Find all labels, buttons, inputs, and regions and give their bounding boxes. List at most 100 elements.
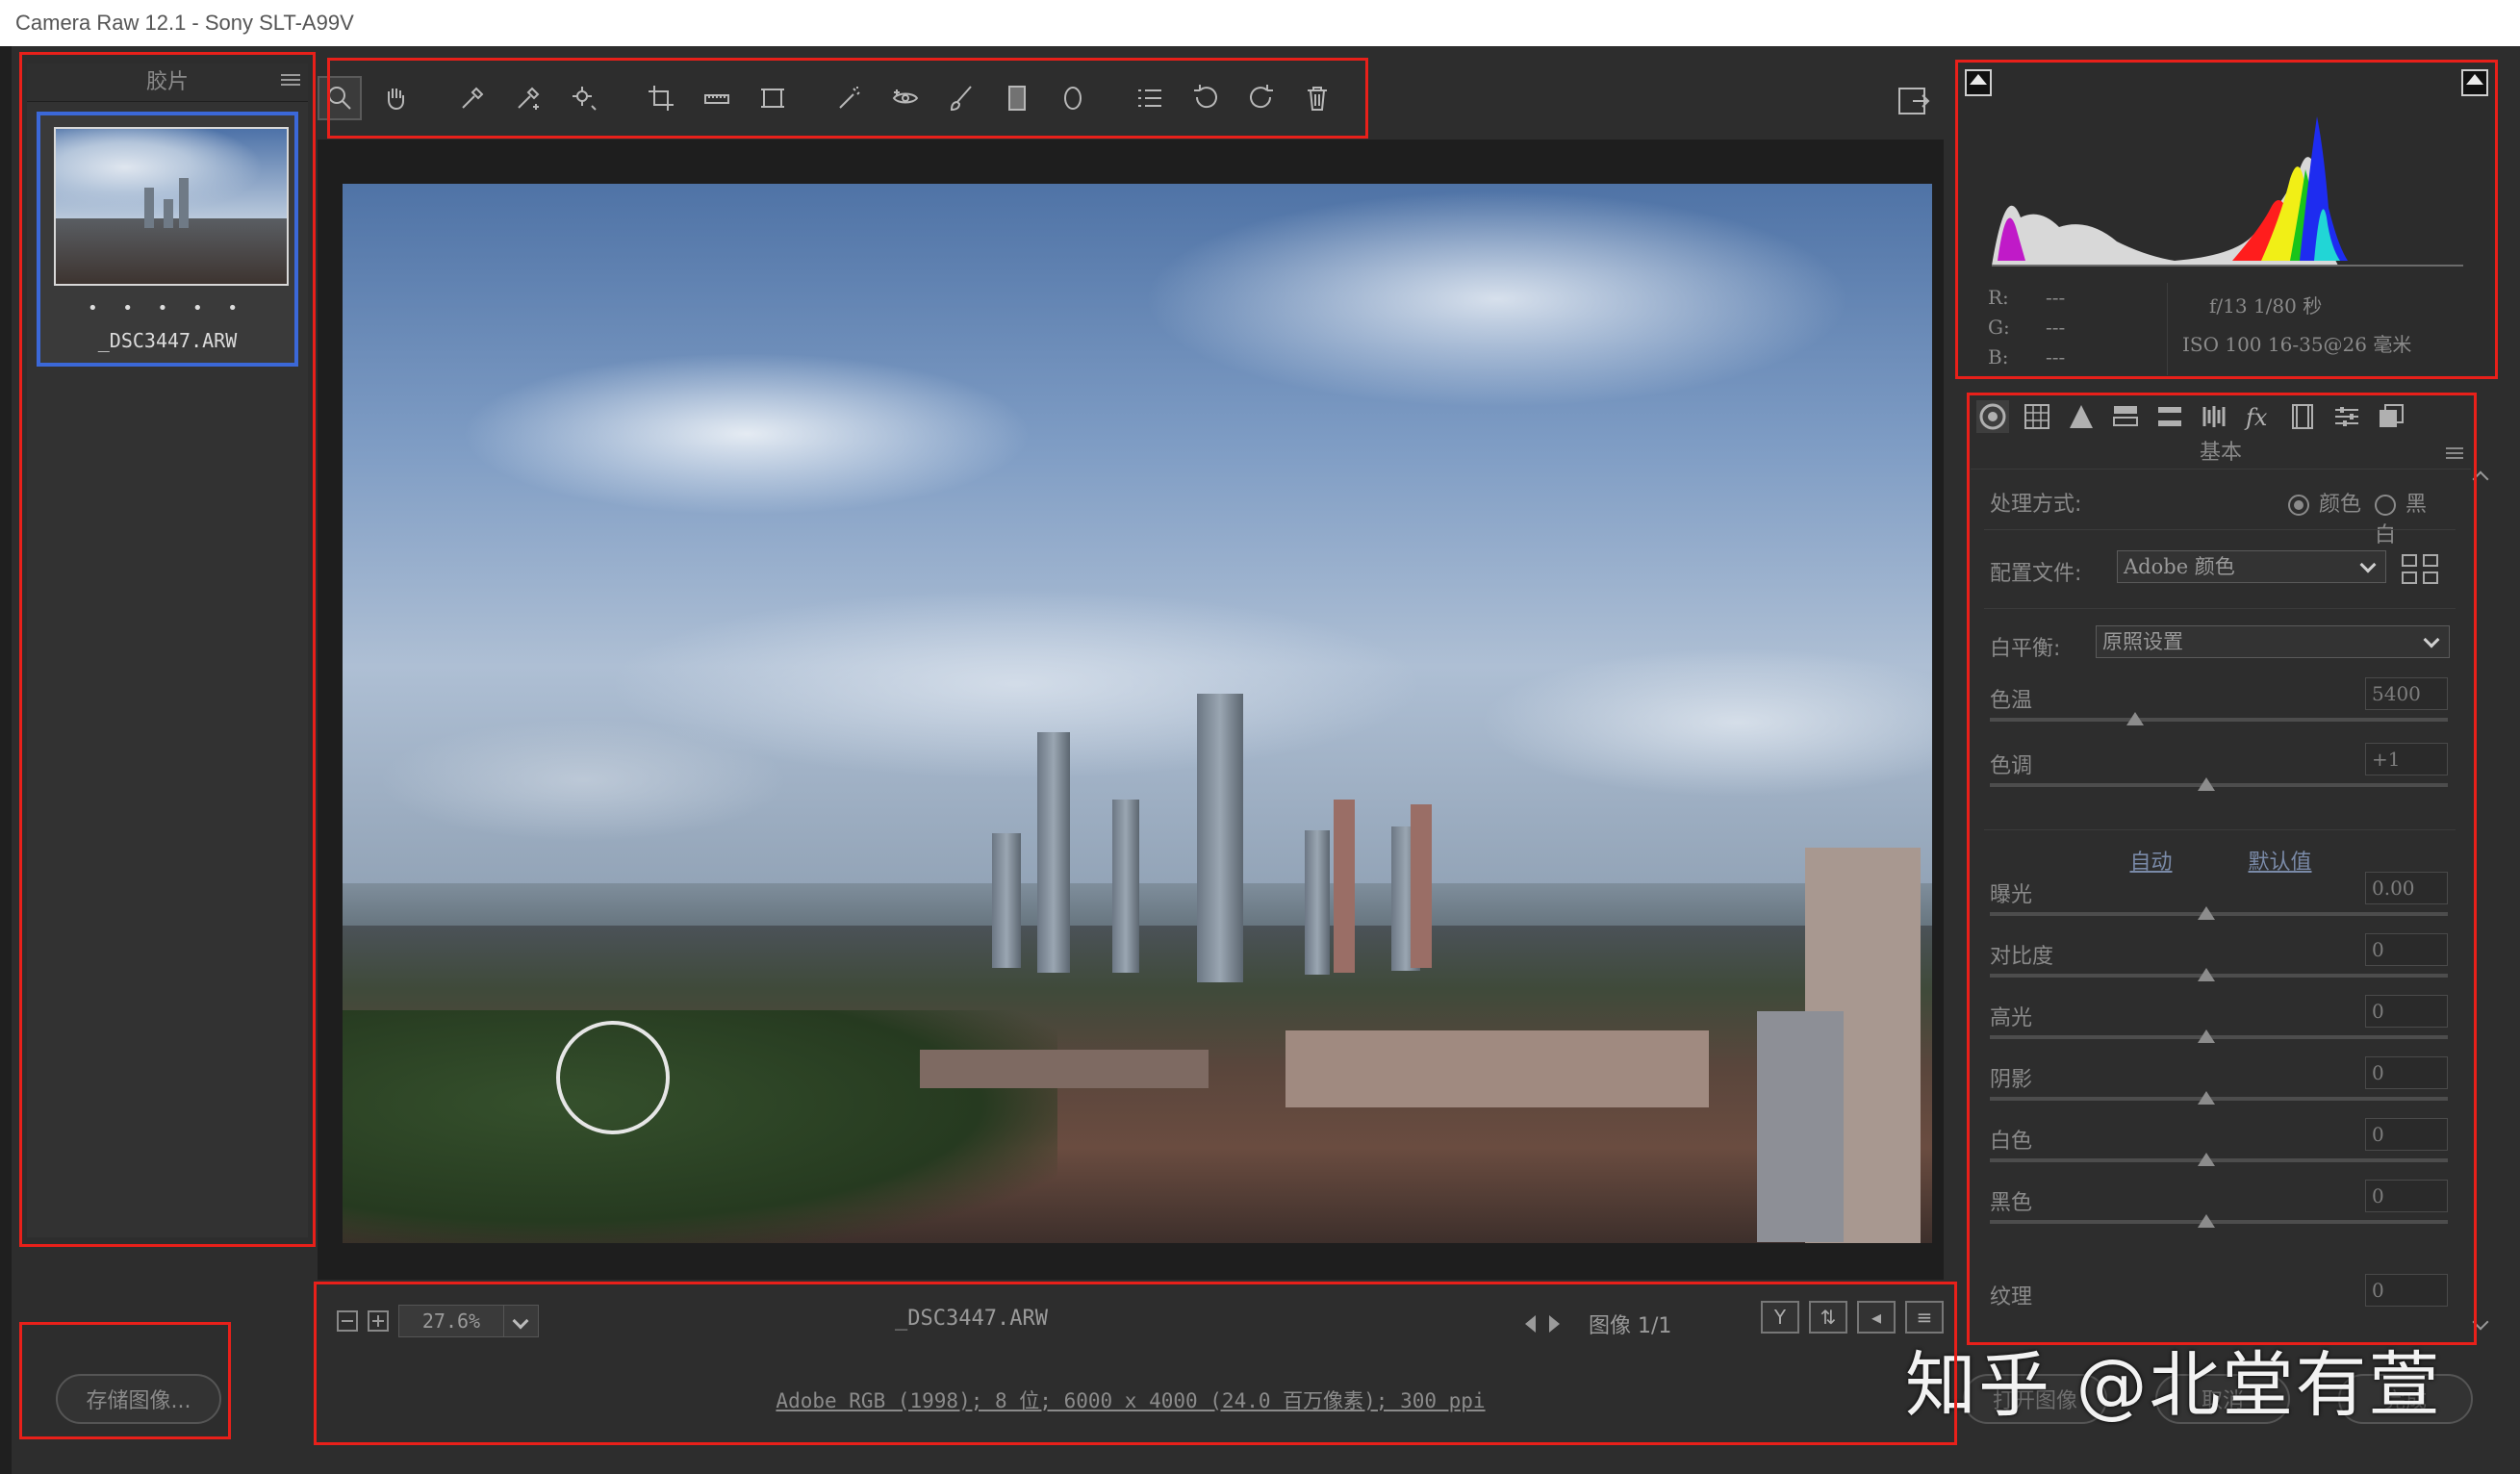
- panel-title: 基本: [1971, 439, 2471, 470]
- zoom-dropdown-icon[interactable]: [504, 1305, 539, 1337]
- exif-aperture-shutter: f/13 1/80 秒: [2209, 294, 2323, 318]
- delete-icon[interactable]: [1295, 76, 1339, 120]
- treatment-color-option[interactable]: 颜色: [2288, 487, 2361, 518]
- radio-color[interactable]: [2288, 495, 2309, 516]
- slider-track[interactable]: [1990, 974, 2448, 978]
- slider-value-input[interactable]: 0: [2365, 1056, 2448, 1089]
- slider-handle[interactable]: [2198, 1091, 2215, 1105]
- slider-label: 高光: [1990, 1006, 2033, 1030]
- treatment-row: 处理方式: 颜色 黑白: [1990, 487, 2442, 547]
- workflow-options-link[interactable]: Adobe RGB (1998); 8 位; 6000 x 4000 (24.0…: [318, 1385, 1944, 1414]
- zoom-level[interactable]: 27.6%: [398, 1305, 504, 1337]
- white-balance-icon[interactable]: [450, 76, 495, 120]
- slider-track[interactable]: [1990, 1097, 2448, 1101]
- slider-handle[interactable]: [2198, 906, 2215, 920]
- red-eye-icon[interactable]: [883, 76, 928, 120]
- slider-track[interactable]: [1990, 1220, 2448, 1224]
- tab-presets-icon[interactable]: [2330, 400, 2363, 433]
- panel-title-text: 基本: [2199, 441, 2242, 465]
- rotate-ccw-icon[interactable]: [1184, 76, 1228, 120]
- straighten-icon[interactable]: [695, 76, 739, 120]
- slider-track[interactable]: [1990, 718, 2448, 722]
- graduated-filter-icon[interactable]: [995, 76, 1039, 120]
- white-balance-select[interactable]: 原照设置: [2096, 625, 2450, 658]
- preview-status-bar: 27.6% _DSC3447.ARW 图像 1/1 Y ⇅ ◂ ≡: [318, 1287, 1944, 1355]
- fullscreen-toggle-icon[interactable]: [1896, 83, 1934, 121]
- tab-split-toning-icon[interactable]: [2153, 400, 2186, 433]
- slider-value-input[interactable]: 0: [2365, 1180, 2448, 1212]
- scroll-down-icon[interactable]: [2472, 1313, 2489, 1331]
- slider-handle[interactable]: [2198, 1214, 2215, 1228]
- slider-label: 色温: [1990, 689, 2033, 713]
- previous-image-icon[interactable]: [1525, 1315, 1536, 1333]
- zoom-icon[interactable]: [318, 76, 362, 120]
- preview-photo[interactable]: [343, 184, 1932, 1243]
- radial-filter-icon[interactable]: [1051, 76, 1095, 120]
- transform-icon[interactable]: [751, 76, 795, 120]
- rotate-cw-icon[interactable]: [1239, 76, 1284, 120]
- swap-settings-icon[interactable]: ⇅: [1809, 1301, 1847, 1334]
- profile-select[interactable]: Adobe 颜色: [2117, 550, 2386, 583]
- slider-handle[interactable]: [2198, 1029, 2215, 1043]
- histogram-info: R: --- G: --- B: --- f/13 1/80 秒 ISO 100 16…: [1988, 283, 2479, 375]
- tab-tone-curve-icon[interactable]: [2021, 400, 2053, 433]
- preferences-icon[interactable]: [1128, 76, 1172, 120]
- tab-hsl-icon[interactable]: [2109, 400, 2142, 433]
- slider-value-input[interactable]: 0: [2365, 1118, 2448, 1151]
- treatment-bw-option[interactable]: 黑白: [2375, 487, 2442, 548]
- filmstrip-menu-icon[interactable]: [281, 71, 300, 89]
- copy-settings-icon[interactable]: ◂: [1857, 1301, 1896, 1334]
- workflow-options-bar: Adobe RGB (1998); 8 位; 6000 x 4000 (24.0…: [318, 1357, 1944, 1437]
- panel-scrollbar[interactable]: [2471, 452, 2492, 1337]
- next-image-icon[interactable]: [1549, 1315, 1560, 1333]
- slider-handle[interactable]: [2198, 1153, 2215, 1166]
- tab-detail-icon[interactable]: [2065, 400, 2098, 433]
- hand-icon[interactable]: [373, 76, 418, 120]
- slider-handle[interactable]: [2198, 777, 2215, 791]
- crop-icon[interactable]: [639, 76, 683, 120]
- targeted-adjustment-icon[interactable]: [562, 76, 606, 120]
- slider-handle[interactable]: [2198, 968, 2215, 981]
- auto-link[interactable]: 自动: [2129, 851, 2172, 875]
- b-value: ---: [2046, 345, 2066, 368]
- panel-menu-icon[interactable]: [2446, 445, 2463, 462]
- slider-value-input[interactable]: 0.00: [2365, 872, 2448, 904]
- before-after-view-icon[interactable]: Y: [1761, 1301, 1799, 1334]
- color-sampler-icon[interactable]: [506, 76, 550, 120]
- tab-calibration-icon[interactable]: [2286, 400, 2319, 433]
- slider-track[interactable]: [1990, 912, 2448, 916]
- zoom-in-button[interactable]: [368, 1310, 389, 1332]
- slider-value-input[interactable]: 0: [2365, 1274, 2448, 1307]
- tab-basic-icon[interactable]: [1976, 400, 2009, 433]
- window-title: Camera Raw 12.1 - Sony SLT-A99V: [0, 0, 2520, 46]
- slider-track[interactable]: [1990, 1035, 2448, 1039]
- tab-snapshots-icon[interactable]: [2375, 400, 2407, 433]
- scroll-up-icon[interactable]: [2472, 470, 2489, 488]
- g-value: ---: [2046, 316, 2066, 339]
- r-value: ---: [2046, 286, 2066, 309]
- profile-browser-icon[interactable]: [2402, 554, 2440, 587]
- slider-handle[interactable]: [2126, 712, 2144, 725]
- slider-value-input[interactable]: 0: [2365, 995, 2448, 1028]
- slider-track[interactable]: [1990, 1158, 2448, 1162]
- histogram-graph: [1992, 116, 2463, 267]
- default-link[interactable]: 默认值: [2249, 851, 2312, 875]
- filmstrip-thumbnail[interactable]: • • • • • _DSC3447.ARW: [37, 112, 298, 367]
- b-label: B:: [1988, 345, 2009, 368]
- exif-iso-lens: ISO 100 16-35@26 毫米: [2182, 333, 2412, 356]
- slider-value-input[interactable]: 0: [2365, 933, 2448, 966]
- spot-removal-icon[interactable]: [827, 76, 872, 120]
- radio-bw[interactable]: [2375, 495, 2396, 516]
- zoom-out-button[interactable]: [337, 1310, 358, 1332]
- slider-value-input[interactable]: 5400: [2365, 677, 2448, 710]
- image-count: 图像 1/1: [1589, 1314, 1672, 1338]
- save-image-button[interactable]: 存储图像...: [56, 1374, 221, 1424]
- adjustment-brush-icon[interactable]: [939, 76, 983, 120]
- zoom-control: 27.6%: [337, 1305, 539, 1337]
- slider-value-input[interactable]: +1: [2365, 743, 2448, 775]
- wb-label: 白平衡:: [1990, 637, 2061, 661]
- rating-dots[interactable]: • • • • •: [40, 298, 294, 318]
- tab-effects-icon[interactable]: fx: [2242, 400, 2275, 433]
- tab-lens-icon[interactable]: [2198, 400, 2230, 433]
- slider-track[interactable]: [1990, 783, 2448, 787]
